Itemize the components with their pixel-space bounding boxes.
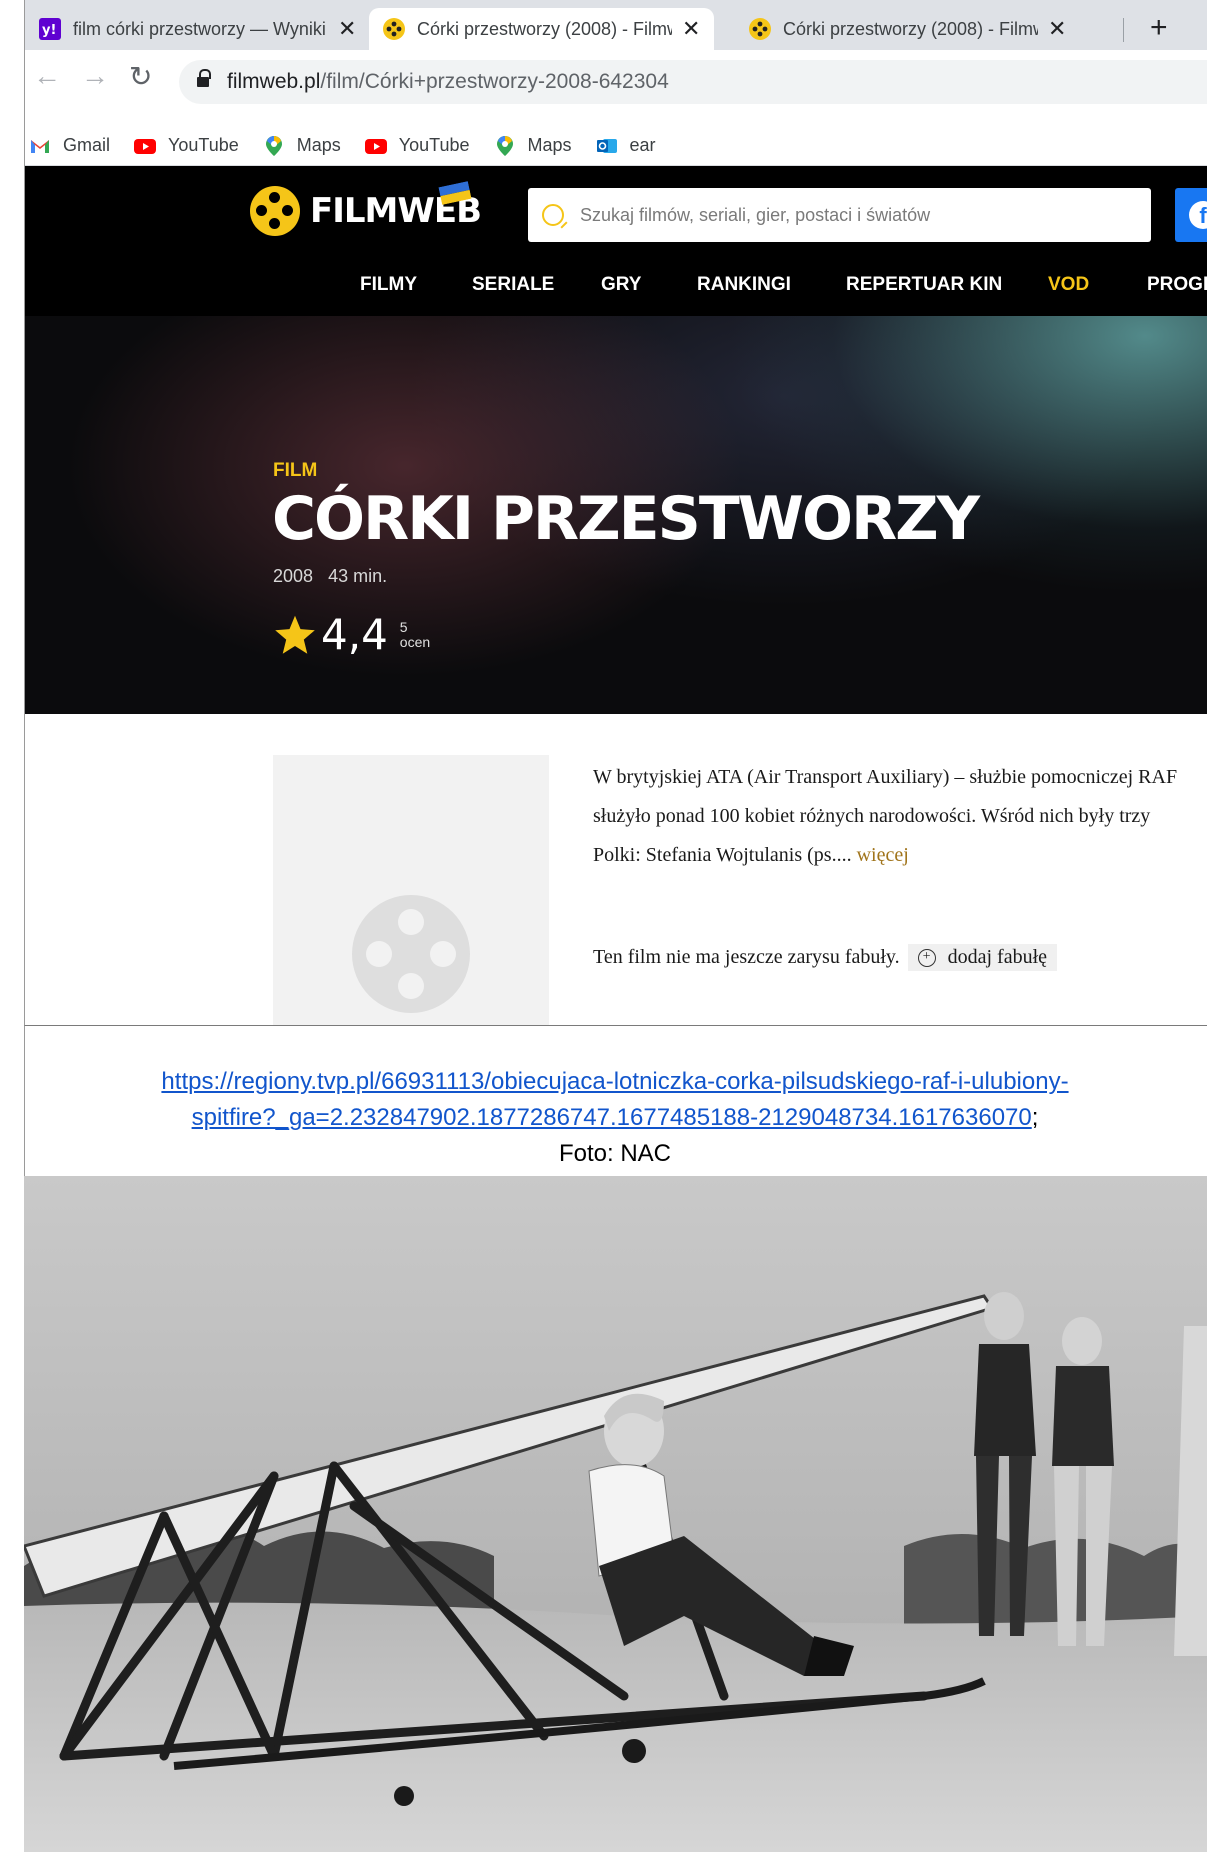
maps-icon xyxy=(265,135,282,156)
rating-count-number: 5 xyxy=(399,618,408,635)
glider-photo-illustration xyxy=(24,1176,1207,1852)
filmweb-placeholder-icon xyxy=(352,895,470,1013)
filmweb-icon xyxy=(749,18,771,40)
rating-value: 4,4 xyxy=(321,610,388,659)
youtube-icon xyxy=(364,138,387,154)
tab-title: film córki przestworzy — Wyniki w xyxy=(73,18,328,39)
film-poster-placeholder xyxy=(273,755,549,1025)
maps-icon xyxy=(496,135,513,156)
historical-photo xyxy=(24,1176,1207,1852)
facebook-login-button[interactable]: f xyxy=(1175,188,1207,242)
tab-title: Córki przestworzy (2008) - Filmweb xyxy=(417,18,672,39)
gmail-icon xyxy=(31,139,49,153)
back-arrow-icon[interactable]: ← xyxy=(33,60,61,92)
forward-arrow-icon[interactable]: → xyxy=(81,60,109,92)
tab-strip: y! film córki przestworzy — Wyniki w ✕ C… xyxy=(25,0,1207,50)
filmweb-icon xyxy=(383,18,405,40)
outlook-icon xyxy=(596,138,617,153)
tab-separator xyxy=(1123,18,1124,42)
search-icon xyxy=(542,204,564,226)
close-tab-icon[interactable]: ✕ xyxy=(682,16,700,42)
address-bar[interactable]: filmweb.pl/film/Córki+przestworzy-2008-6… xyxy=(179,60,1207,104)
bookmarks-bar: Gmail YouTube Maps YouTube Maps ear xyxy=(25,126,1207,166)
close-tab-icon[interactable]: ✕ xyxy=(1048,16,1066,42)
main-navigation: FILMY SERIALE GRY RANKINGI REPERTUAR KIN… xyxy=(25,274,1207,310)
bookmark-label: Maps xyxy=(296,135,341,155)
more-link[interactable]: więcej xyxy=(857,844,909,866)
rating-count: 5 ocen xyxy=(399,618,431,650)
film-year: 2008 xyxy=(273,566,314,586)
film-rating: 4,4 5 ocen xyxy=(273,610,430,659)
film-title: CÓRKI PRZESTWORZY xyxy=(272,484,980,554)
facebook-icon: f xyxy=(1189,201,1207,229)
search-placeholder: Szukaj filmów, seriali, gier, postaci i … xyxy=(580,204,931,225)
plot-status: Ten film nie ma jeszcze zarysu fabuły. +… xyxy=(593,944,1058,971)
film-description: W brytyjskiej ATA (Air Transport Auxilia… xyxy=(593,758,1203,875)
nav-item-rankingi[interactable]: RANKINGI xyxy=(697,274,791,296)
add-plot-label: dodaj fabułę xyxy=(947,946,1048,968)
new-tab-button[interactable]: + xyxy=(1150,8,1168,50)
tab-yahoo-search[interactable]: y! film córki przestworzy — Wyniki w ✕ xyxy=(25,8,370,50)
browser-screenshot: y! film córki przestworzy — Wyniki w ✕ C… xyxy=(24,0,1207,1026)
nav-item-filmy[interactable]: FILMY xyxy=(360,274,417,296)
nav-item-repertuar-kin[interactable]: REPERTUAR KIN xyxy=(846,274,1002,296)
url-host: filmweb.pl xyxy=(227,70,321,93)
film-meta: 2008 43 min. xyxy=(273,566,387,587)
document-frame: y! film córki przestworzy — Wyniki w ✕ C… xyxy=(0,0,1207,1852)
filmweb-logo-icon xyxy=(250,186,300,236)
bookmark-outlook[interactable]: ear xyxy=(596,135,656,157)
bookmark-label: ear xyxy=(629,135,656,155)
youtube-icon xyxy=(134,138,157,154)
bookmark-maps[interactable]: Maps xyxy=(263,135,341,157)
source-link-line-2: spitfire?_ga=2.232847902.1877286747.1677… xyxy=(191,1104,1032,1131)
nav-item-programy[interactable]: PROGR xyxy=(1147,274,1207,296)
nav-item-vod[interactable]: VOD xyxy=(1048,274,1089,296)
filmweb-logo[interactable]: FILMWEB xyxy=(250,181,482,236)
close-tab-icon[interactable]: ✕ xyxy=(338,16,356,42)
bookmark-label: YouTube xyxy=(398,135,470,155)
link-suffix: ; xyxy=(1031,1104,1039,1131)
bookmark-label: YouTube xyxy=(168,135,239,155)
no-plot-text: Ten film nie ma jeszcze zarysu fabuły. xyxy=(593,946,900,968)
source-link-line-1: https://regiony.tvp.pl/66931113/obiecuja… xyxy=(161,1068,1069,1095)
photo-credit: Foto: NAC xyxy=(558,1140,672,1167)
tab-filmweb[interactable]: Córki przestworzy (2008) - Filmweb ✕ xyxy=(735,8,1080,50)
rating-count-label: ocen xyxy=(399,633,431,650)
source-link[interactable]: https://regiony.tvp.pl/66931113/obiecuja… xyxy=(161,1068,1068,1131)
bookmark-label: Gmail xyxy=(63,135,111,155)
tab-title: Córki przestworzy (2008) - Filmweb xyxy=(783,18,1038,39)
source-caption: https://regiony.tvp.pl/66931113/obiecuja… xyxy=(30,1064,1200,1172)
tab-filmweb-active[interactable]: Córki przestworzy (2008) - Filmweb ✕ xyxy=(369,8,715,50)
film-duration: 43 min. xyxy=(328,566,388,586)
reload-icon[interactable]: ↻ xyxy=(129,60,152,93)
bookmark-youtube[interactable]: YouTube xyxy=(134,135,239,157)
bookmark-gmail[interactable]: Gmail xyxy=(29,135,110,157)
svg-text:y!: y! xyxy=(42,23,56,38)
url-path: /film/Córki+przestworzy-2008-642304 xyxy=(320,70,669,93)
site-search-input[interactable]: Szukaj filmów, seriali, gier, postaci i … xyxy=(528,188,1151,242)
star-icon xyxy=(275,615,315,654)
lock-icon xyxy=(197,69,211,89)
yahoo-icon: y! xyxy=(39,18,61,40)
film-hero-banner: FILMWEB Szukaj filmów, seriali, gier, po… xyxy=(25,166,1207,714)
bookmark-label: Maps xyxy=(527,135,572,155)
nav-item-seriale[interactable]: SERIALE xyxy=(472,274,554,296)
browser-toolbar: ← → ↻ filmweb.pl/film/Córki+przestworzy-… xyxy=(25,50,1207,126)
film-genre-label: FILM xyxy=(273,460,318,481)
filmweb-page: FILMWEB Szukaj filmów, seriali, gier, po… xyxy=(25,166,1207,1025)
bookmark-youtube[interactable]: YouTube xyxy=(364,135,470,157)
add-plot-button[interactable]: + dodaj fabułę xyxy=(907,944,1058,971)
plus-circle-icon: + xyxy=(917,948,936,967)
site-header: FILMWEB Szukaj filmów, seriali, gier, po… xyxy=(25,166,1207,316)
nav-item-gry[interactable]: GRY xyxy=(601,274,641,296)
bookmark-maps[interactable]: Maps xyxy=(494,135,572,157)
